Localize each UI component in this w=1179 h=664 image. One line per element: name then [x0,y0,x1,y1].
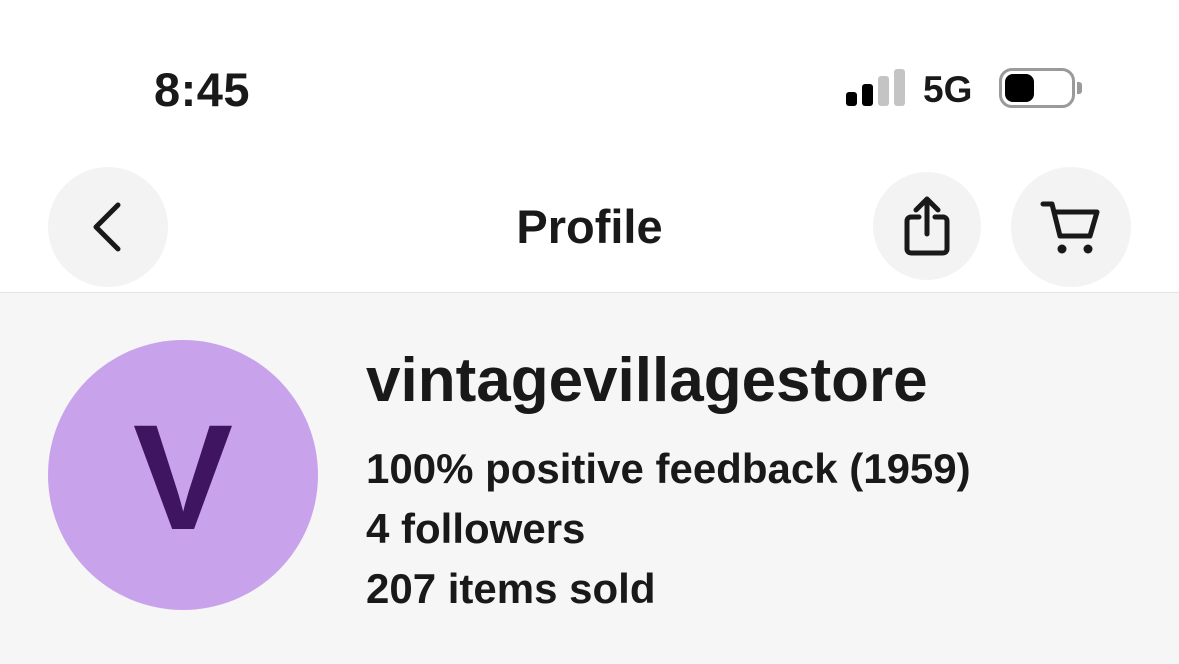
signal-icon [846,69,906,106]
status-bar: 8:45 5G [0,0,1179,150]
battery-nub [1077,82,1082,94]
feedback-stat[interactable]: 100% positive feedback (1959) [366,443,971,495]
signal-bar [862,84,873,106]
signal-bar [894,69,905,106]
items-sold-stat: 207 items sold [366,565,656,612]
followers-stat[interactable]: 4 followers [366,503,585,555]
signal-bar [878,76,889,106]
share-icon [904,196,950,256]
avatar-letter: V [132,393,234,561]
status-time: 8:45 [154,63,251,116]
profile-screen: 8:45 5G Profile V vintagevillagestore 10… [0,0,1179,664]
profile-summary: V vintagevillagestore 100% positive feed… [0,293,1179,664]
share-button[interactable] [873,172,981,280]
cart-button[interactable] [1011,167,1131,287]
network-label: 5G [923,69,973,110]
store-username: vintagevillagestore [366,346,928,415]
cart-icon [1040,201,1100,254]
nav-header: Profile [0,150,1179,292]
battery-fill [1005,74,1034,102]
signal-bar [846,92,857,106]
page-title: Profile [516,200,663,253]
avatar[interactable]: V [48,340,318,610]
battery-icon [999,68,1083,108]
